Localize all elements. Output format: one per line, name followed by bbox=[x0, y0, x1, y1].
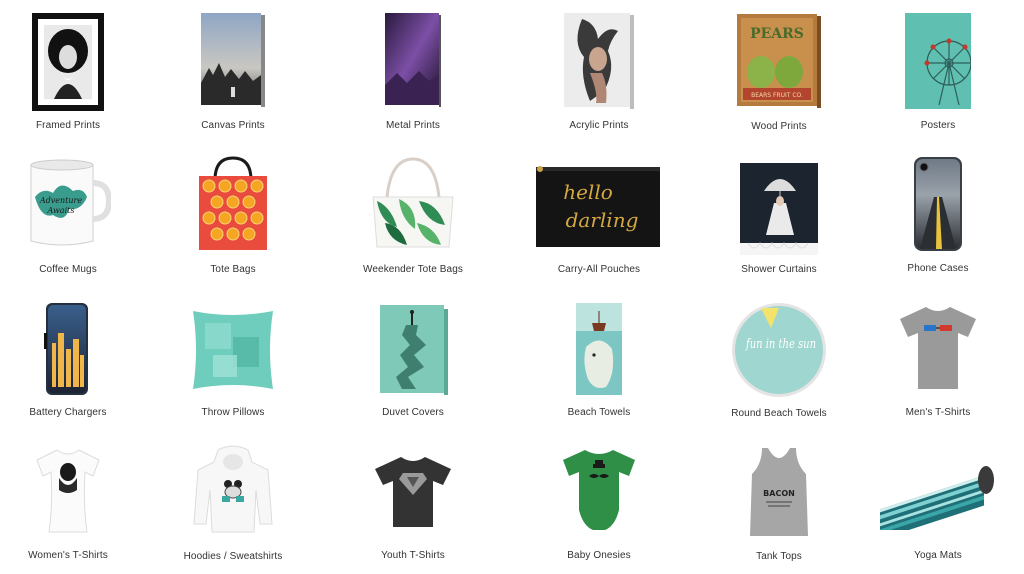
product-label: Acrylic Prints bbox=[569, 120, 629, 131]
product-label: Canvas Prints bbox=[201, 120, 265, 131]
womens-tshirt-thumbnail bbox=[33, 448, 103, 534]
baby-onesie-thumbnail bbox=[559, 448, 639, 534]
product-label: Women's T-Shirts bbox=[28, 550, 108, 561]
product-label: Weekender Tote Bags bbox=[363, 264, 463, 275]
svg-text:Adventure: Adventure bbox=[39, 196, 82, 205]
pouch-text-1: hello bbox=[563, 180, 613, 204]
product-label: Men's T-Shirts bbox=[905, 407, 971, 418]
product-label: Battery Chargers bbox=[29, 407, 107, 418]
product-label: Round Beach Towels bbox=[731, 408, 827, 419]
poster-thumbnail bbox=[905, 13, 971, 109]
shower-curtain-thumbnail bbox=[740, 163, 818, 255]
round-beach-towel-thumbnail: fun in the sun bbox=[731, 302, 827, 398]
product-label: Baby Onesies bbox=[567, 550, 631, 561]
product-label: Posters bbox=[920, 120, 956, 131]
framed-print-thumbnail bbox=[32, 13, 104, 111]
product-label: Yoga Mats bbox=[914, 550, 962, 561]
product-grid: Framed Prints Canvas Prints Metal Prints bbox=[0, 0, 1024, 574]
tank-top-thumbnail: BACON bbox=[746, 446, 812, 538]
product-label: Hoodies / Sweatshirts bbox=[183, 551, 283, 562]
product-label: Metal Prints bbox=[386, 120, 440, 131]
yoga-mat-thumbnail bbox=[878, 460, 998, 530]
mens-tshirt-thumbnail bbox=[898, 305, 978, 391]
battery-charger-thumbnail bbox=[44, 303, 92, 395]
throw-pillow-thumbnail bbox=[189, 307, 277, 393]
hoodie-thumbnail bbox=[192, 444, 274, 534]
product-label: Throw Pillows bbox=[201, 407, 265, 418]
product-label: Youth T-Shirts bbox=[381, 550, 445, 561]
wood-print-thumbnail: PEARS BEARS FRUIT CO. bbox=[737, 14, 821, 108]
beach-towel-thumbnail bbox=[576, 303, 622, 395]
phone-case-thumbnail bbox=[914, 157, 962, 251]
product-label: Beach Towels bbox=[567, 407, 631, 418]
product-label: Framed Prints bbox=[35, 120, 101, 131]
tote-bag-thumbnail bbox=[197, 156, 269, 252]
round-towel-text: fun in the sun bbox=[745, 337, 816, 352]
metal-print-thumbnail bbox=[385, 13, 441, 107]
wood-title: PEARS bbox=[750, 26, 804, 42]
product-label: Phone Cases bbox=[907, 263, 969, 274]
coffee-mug-thumbnail: Adventure Awaits bbox=[25, 157, 111, 251]
product-label: Wood Prints bbox=[751, 121, 807, 132]
acrylic-print-thumbnail bbox=[564, 13, 634, 109]
product-label: Coffee Mugs bbox=[39, 264, 97, 275]
pouch-text-2: darling bbox=[566, 208, 639, 232]
product-label: Carry-All Pouches bbox=[557, 264, 641, 275]
product-label: Duvet Covers bbox=[382, 407, 444, 418]
duvet-cover-thumbnail bbox=[378, 305, 448, 395]
wood-sub: BEARS FRUIT CO. bbox=[751, 92, 803, 99]
tank-text: BACON bbox=[763, 489, 795, 498]
canvas-print-thumbnail bbox=[201, 13, 265, 107]
product-label: Tote Bags bbox=[210, 264, 256, 275]
product-label: Tank Tops bbox=[756, 551, 802, 562]
product-label: Shower Curtains bbox=[741, 264, 817, 275]
pouch-thumbnail: hello darling bbox=[536, 165, 662, 247]
youth-tshirt-thumbnail bbox=[373, 455, 453, 529]
svg-text:Awaits: Awaits bbox=[47, 206, 75, 215]
weekender-tote-thumbnail bbox=[371, 157, 455, 251]
